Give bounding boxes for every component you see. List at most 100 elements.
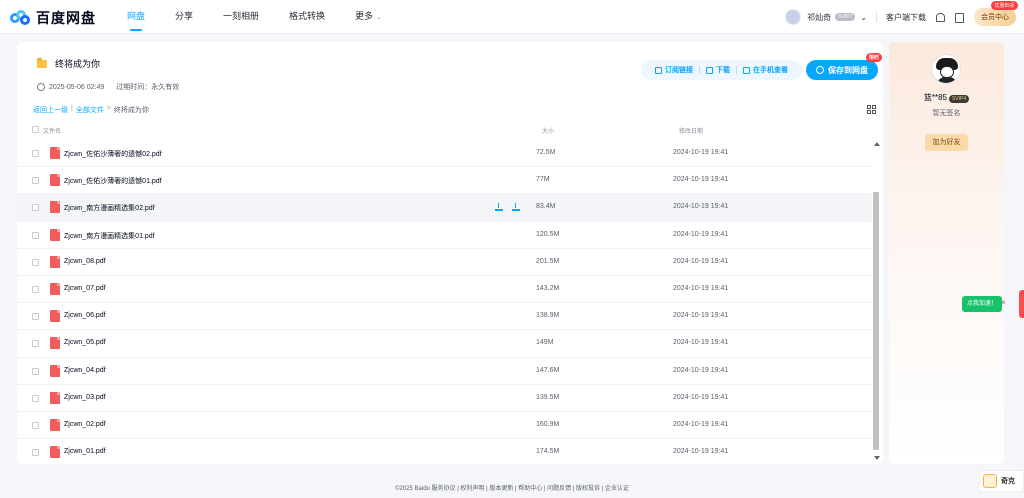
- file-size: 147.6M: [536, 366, 560, 374]
- file-name[interactable]: Zjcwn_08.pdf: [64, 258, 106, 265]
- pdf-file-icon: [50, 446, 60, 459]
- file-name[interactable]: Zjcwn_02.pdf: [64, 421, 106, 428]
- sharer-avatar[interactable]: [931, 54, 961, 84]
- table-row[interactable]: Zjcwn_07.pdf 143.2M 2024-10-19 19:41: [17, 276, 872, 304]
- folder-icon: [37, 57, 47, 68]
- table-row[interactable]: Zjcwn_01.pdf 174.5M 2024-10-19 19:41: [17, 439, 872, 464]
- subscribe-button[interactable]: 订阅链接: [649, 65, 699, 75]
- scroll-up-arrow-icon[interactable]: [874, 142, 880, 146]
- pdf-file-icon: [50, 201, 60, 214]
- row-checkbox[interactable]: [32, 204, 39, 212]
- row-checkbox[interactable]: [32, 150, 39, 157]
- table-row[interactable]: Zjcwn_08.pdf 201.5M 2024-10-19 19:41: [17, 249, 872, 276]
- file-date: 2024-10-19 19:41: [673, 420, 729, 428]
- table-row[interactable]: Zjcwn_02.pdf 160.9M 2024-10-19 19:41: [17, 412, 872, 440]
- pdf-file-icon: [50, 418, 60, 431]
- row-checkbox[interactable]: [32, 313, 39, 321]
- file-name[interactable]: Zjcwn_01.pdf: [64, 448, 106, 455]
- pdf-file-icon: [50, 310, 60, 323]
- speed-up-tip[interactable]: 点我加速！: [962, 296, 1003, 312]
- cloud-logo-icon: [10, 10, 32, 26]
- clipboard-icon[interactable]: [954, 12, 964, 23]
- client-download-link[interactable]: 客户端下载: [886, 12, 926, 23]
- table-row[interactable]: Zjcwn_05.pdf 149M 2024-10-19 19:41: [17, 330, 872, 358]
- download-button[interactable]: 下载: [700, 65, 736, 75]
- select-all-checkbox[interactable]: [32, 126, 39, 133]
- file-name[interactable]: Zjcwn_05.pdf: [64, 339, 106, 346]
- row-checkbox[interactable]: [32, 285, 39, 293]
- share-expiry: 过期时间：永久有效: [116, 84, 180, 91]
- file-name[interactable]: Zjcwn_佐佑沙薄奢的遗憾02.pdf: [64, 149, 162, 159]
- scroll-thumb[interactable]: [873, 192, 879, 450]
- column-header-name[interactable]: 文件名: [43, 126, 61, 135]
- view-on-phone-button[interactable]: 在手机查看: [737, 65, 794, 75]
- pdf-file-icon: [50, 337, 60, 350]
- share-created: 2025-05-06 02:49: [49, 83, 105, 91]
- file-size: 138.9M: [536, 312, 560, 320]
- table-row[interactable]: Zjcwn_03.pdf 139.5M 2024-10-19 19:41: [17, 385, 872, 412]
- footer: ©2025 Baidu 服务协议 | 权利声明 | 版本更新 | 帮助中心 | …: [395, 486, 629, 492]
- pdf-file-icon: [50, 255, 60, 268]
- sharer-name: 篮**85: [923, 93, 947, 102]
- row-checkbox[interactable]: [32, 394, 39, 402]
- file-name[interactable]: Zjcwn_南方漫画精选集01.pdf: [64, 231, 155, 241]
- file-name[interactable]: Zjcwn_03.pdf: [64, 394, 106, 401]
- scroll-down-arrow-icon[interactable]: [874, 456, 880, 460]
- row-checkbox[interactable]: [32, 421, 39, 429]
- row-checkbox[interactable]: [32, 231, 39, 239]
- nav-item-album[interactable]: 一刻相册: [208, 0, 274, 34]
- file-date: 2024-10-19 19:41: [673, 312, 729, 320]
- nav-item-share[interactable]: 分享: [160, 0, 208, 34]
- scrollbar[interactable]: [872, 140, 881, 460]
- table-row[interactable]: Zjcwn_南方漫画精选集02.pdf 83.4M 2024-10-19 19:41: [17, 194, 872, 222]
- add-friend-button[interactable]: 加为好友: [925, 134, 968, 151]
- discount-tag: 优惠85折: [991, 1, 1018, 10]
- file-size: 143.2M: [536, 284, 560, 292]
- file-name[interactable]: Zjcwn_南方漫画精选集02.pdf: [64, 203, 155, 213]
- breadcrumb-all-files[interactable]: 全部文件: [76, 105, 104, 115]
- avatar[interactable]: [785, 9, 802, 25]
- pdf-file-icon: [50, 391, 60, 404]
- close-icon[interactable]: ×: [1001, 298, 1006, 307]
- chevron-down-icon[interactable]: ⌄: [860, 13, 867, 22]
- row-checkbox[interactable]: [32, 258, 39, 266]
- cloud-save-icon[interactable]: [512, 203, 520, 212]
- nav-item-convert[interactable]: 格式转换: [274, 0, 340, 34]
- file-name[interactable]: Zjcwn_06.pdf: [64, 312, 106, 319]
- grid-view-icon[interactable]: [867, 105, 876, 114]
- file-name[interactable]: Zjcwn_07.pdf: [64, 285, 106, 292]
- file-date: 2024-10-19 19:41: [673, 176, 729, 184]
- column-header-size[interactable]: 大小: [542, 126, 554, 135]
- row-checkbox[interactable]: [32, 340, 39, 348]
- bell-icon[interactable]: [935, 12, 945, 22]
- breadcrumb-back[interactable]: 返回上一级: [33, 105, 68, 115]
- breadcrumb-separator: |: [71, 105, 73, 112]
- row-checkbox[interactable]: [32, 449, 39, 457]
- nav-item-more[interactable]: 更多 ⌄: [340, 0, 397, 34]
- row-checkbox[interactable]: [32, 177, 39, 185]
- side-float-tab[interactable]: [1019, 290, 1024, 318]
- table-header: 文件名 大小 修改日期: [17, 122, 883, 138]
- nav-item-more-label: 更多: [355, 11, 374, 21]
- vip-center-button[interactable]: 会员中心 优惠85折: [974, 1, 1018, 26]
- save-to-disk-button[interactable]: 保存到网盘 限时: [806, 53, 882, 80]
- row-checkbox[interactable]: [32, 367, 39, 375]
- table-row[interactable]: Zjcwn_04.pdf 147.6M 2024-10-19 19:41: [17, 358, 872, 385]
- sharer-card: 篮**85 SVIP4 暂无签名 加为好友: [889, 42, 1004, 464]
- column-header-date[interactable]: 修改日期: [679, 126, 703, 135]
- divider: [876, 12, 877, 22]
- table-row[interactable]: Zjcwn_佐佑沙薄奢的遗憾02.pdf 72.5M 2024-10-19 19:4…: [17, 140, 872, 168]
- file-date: 2024-10-19 19:41: [673, 366, 729, 374]
- nav-item-netdisk[interactable]: 网盘: [112, 0, 160, 34]
- table-row[interactable]: Zjcwn_南方漫画精选集01.pdf 120.5M 2024-10-19 19:4…: [17, 222, 872, 249]
- pdf-file-icon: [50, 282, 60, 295]
- breadcrumb-separator: >: [106, 105, 111, 112]
- download-icon[interactable]: [495, 203, 503, 212]
- file-size: 120.5M: [536, 230, 560, 238]
- logo[interactable]: 百度网盘: [10, 8, 96, 28]
- user-name[interactable]: 祁灿奇: [807, 12, 831, 23]
- file-name[interactable]: Zjcwn_佐佑沙薄奢的遗憾01.pdf: [64, 176, 162, 186]
- file-name[interactable]: Zjcwn_04.pdf: [64, 367, 106, 374]
- table-row[interactable]: Zjcwn_06.pdf 138.9M 2024-10-19 19:41: [17, 303, 872, 331]
- table-row[interactable]: Zjcwn_佐佑沙薄奢的遗憾01.pdf 77M 2024-10-19 19:41: [17, 167, 872, 195]
